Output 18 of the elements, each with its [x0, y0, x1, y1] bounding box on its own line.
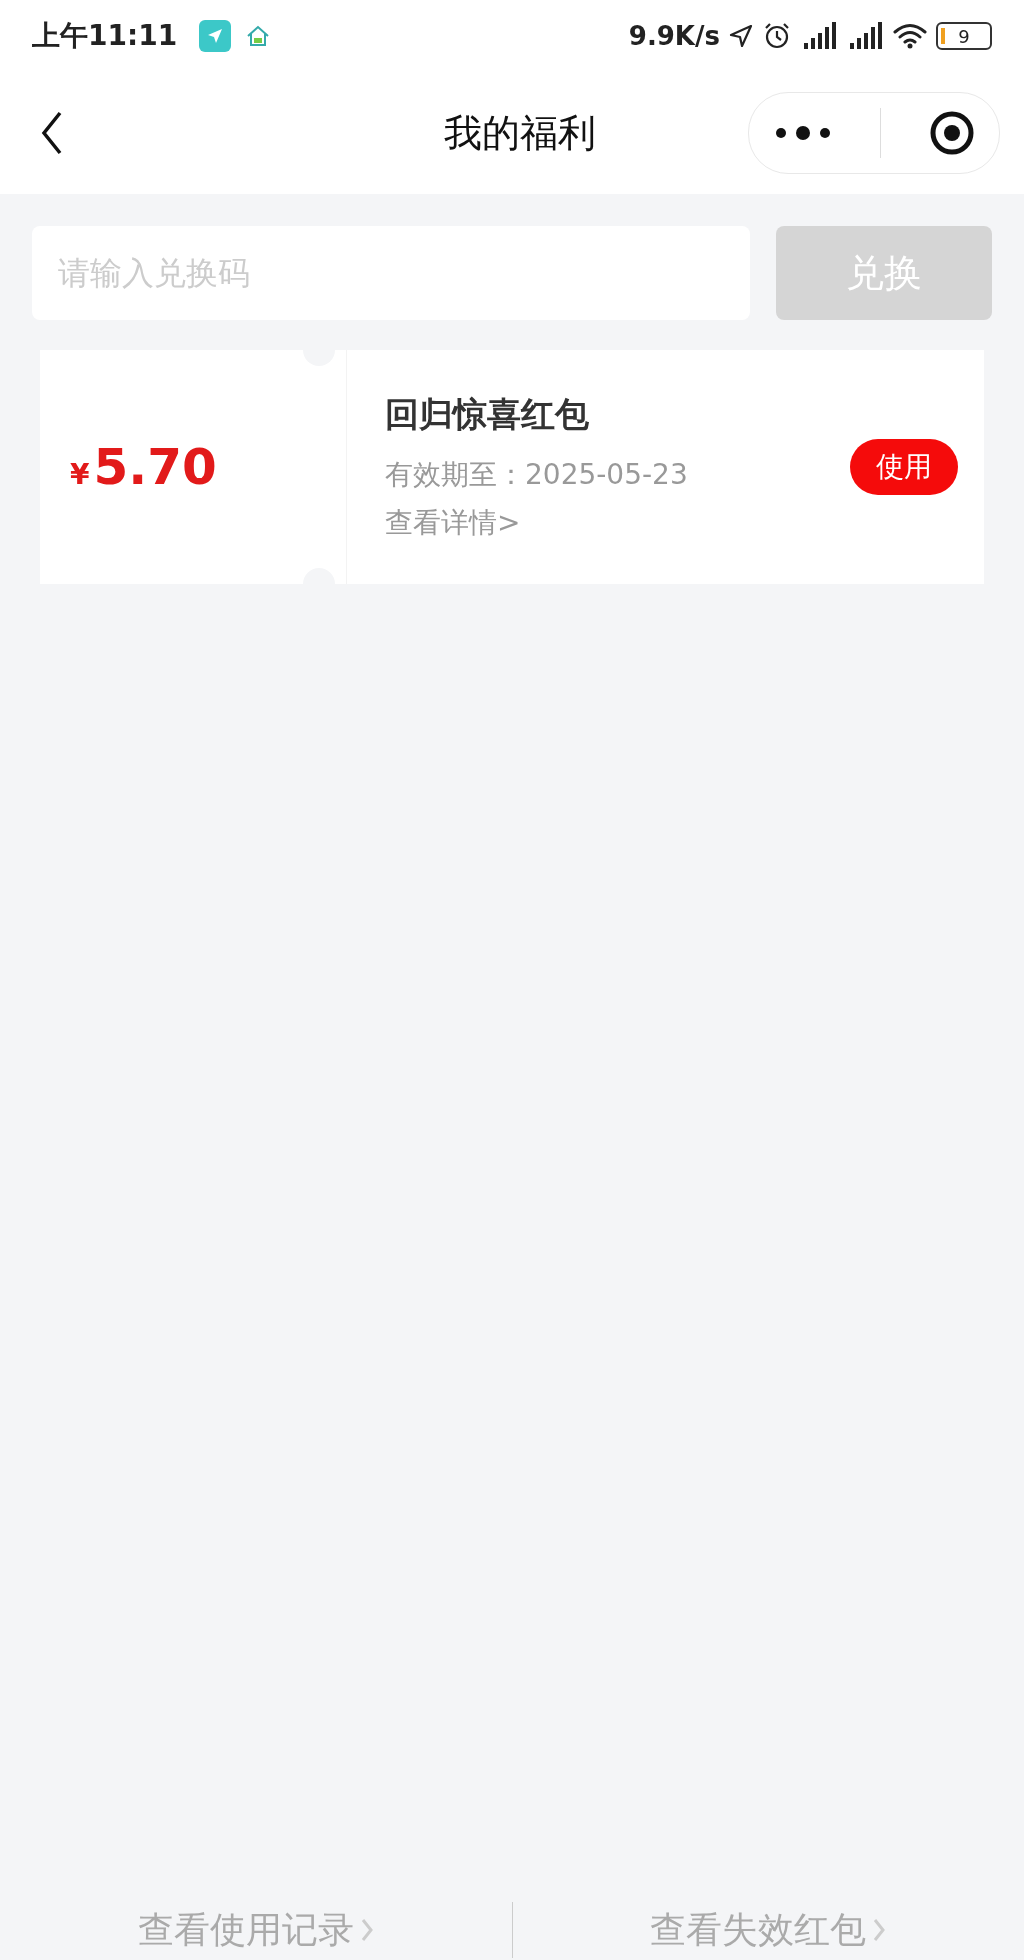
chevron-icon: [872, 1917, 887, 1943]
coupon-validity: 有效期至：2025-05-23: [385, 457, 689, 493]
chevron-icon: [359, 1917, 374, 1943]
location-icon: [728, 23, 754, 49]
use-button[interactable]: 使用: [850, 439, 958, 495]
wifi-icon: [892, 22, 928, 50]
battery-indicator: 9: [936, 22, 992, 50]
footer-link[interactable]: 查看失效红包: [512, 1905, 1024, 1955]
status-time: 上午11:11: [32, 18, 178, 54]
page-title: 我的福利: [444, 109, 596, 157]
navigation-app-icon: [199, 20, 232, 52]
details-link[interactable]: 查看详情>: [385, 504, 850, 542]
footer-link[interactable]: 查看使用记录: [0, 1905, 512, 1955]
back-icon[interactable]: [40, 111, 64, 155]
coupon-amount: ¥5.70: [70, 438, 217, 496]
coupon-name: 回归惊喜红包: [385, 393, 590, 436]
network-speed: 9.9K/s: [628, 21, 720, 51]
close-target-icon[interactable]: [929, 110, 976, 156]
